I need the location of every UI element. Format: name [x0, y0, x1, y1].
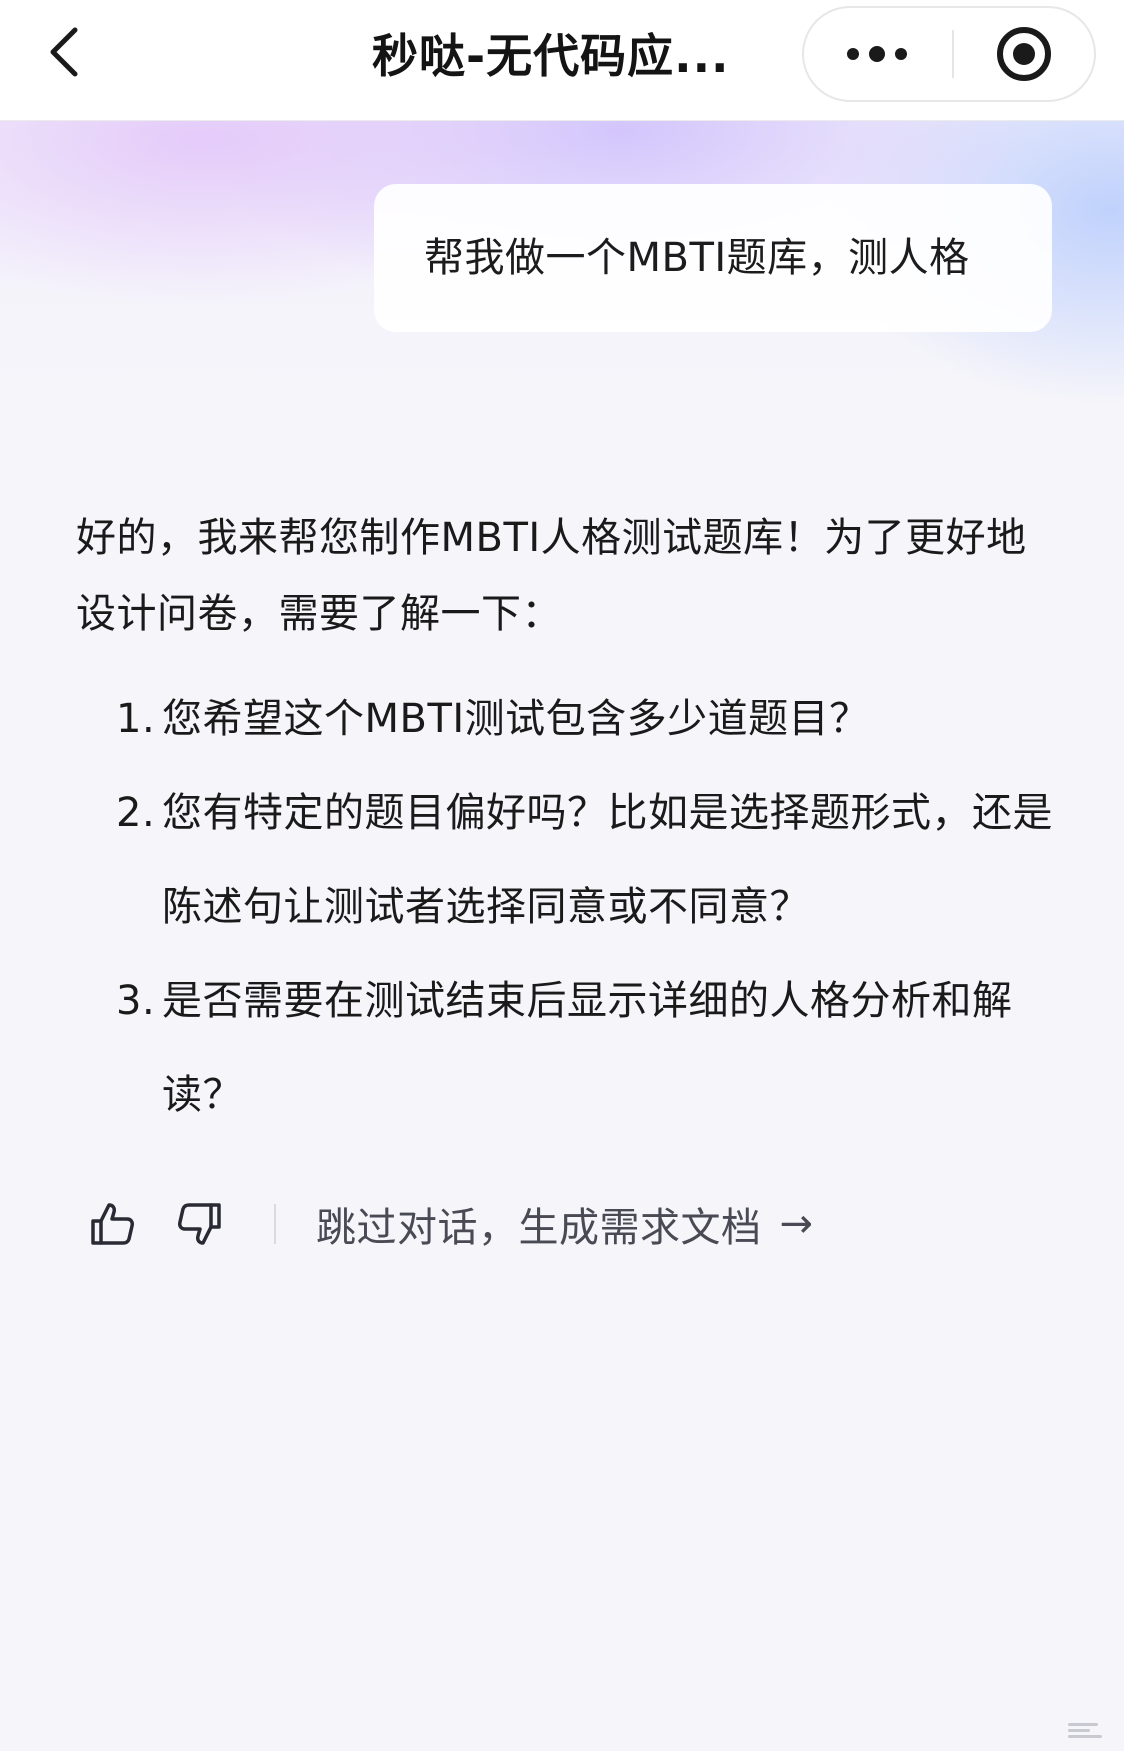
question-list: 1. 您希望这个MBTI测试包含多少道题目？ 2. 您有特定的题目偏好吗？比如是… [76, 672, 1056, 1142]
arrow-right-icon: → [779, 1201, 814, 1247]
list-item-text: 您有特定的题目偏好吗？比如是选择题形式，还是陈述句让测试者选择同意或不同意？ [162, 790, 1053, 930]
list-item-number: 1. [116, 696, 156, 742]
mini-program-top-bar: 秒哒-无代码应... [0, 0, 1124, 121]
user-message-bubble: 帮我做一个MBTI题库，测人格 [374, 184, 1052, 332]
user-message-text: 帮我做一个MBTI题库，测人格 [424, 235, 970, 281]
page: 秒哒-无代码应... 帮我做一个MBTI题库，测人格 好的，我来帮您制作MBTI… [0, 0, 1124, 1751]
assistant-reply: 好的，我来帮您制作MBTI人格测试题库！为了更好地设计问卷，需要了解一下： 1.… [76, 500, 1056, 1142]
skip-dialog-generate-doc-link[interactable]: 跳过对话，生成需求文档 → [316, 1192, 814, 1256]
like-button[interactable] [84, 1196, 140, 1252]
dislike-button[interactable] [172, 1196, 228, 1252]
close-mini-program-button[interactable] [954, 8, 1094, 100]
chevron-left-icon [50, 27, 78, 77]
back-button[interactable] [34, 22, 94, 82]
list-item: 2. 您有特定的题目偏好吗？比如是选择题形式，还是陈述句让测试者选择同意或不同意… [76, 766, 1056, 954]
page-title: 秒哒-无代码应... [372, 29, 730, 83]
reply-intro-text: 好的，我来帮您制作MBTI人格测试题库！为了更好地设计问卷，需要了解一下： [76, 515, 1027, 637]
skip-link-label: 跳过对话，生成需求文档 [316, 1205, 762, 1251]
list-item: 3. 是否需要在测试结束后显示详细的人格分析和解读？ [76, 954, 1056, 1142]
more-dots-icon [847, 46, 907, 62]
thumbs-down-icon [178, 1203, 221, 1245]
list-item: 1. 您希望这个MBTI测试包含多少道题目？ [76, 672, 1056, 766]
scroll-indicator-icon [1068, 1723, 1102, 1738]
actions-divider [274, 1204, 276, 1244]
list-item-text: 您希望这个MBTI测试包含多少道题目？ [162, 696, 870, 742]
thumbs-up-icon [91, 1203, 134, 1245]
reply-actions: 跳过对话，生成需求文档 → [84, 1192, 984, 1256]
menu-capsule [802, 6, 1096, 102]
list-item-text: 是否需要在测试结束后显示详细的人格分析和解读？ [162, 978, 1013, 1118]
list-item-number: 2. [116, 790, 156, 836]
list-item-number: 3. [116, 978, 156, 1024]
record-target-icon [997, 27, 1051, 81]
more-options-button[interactable] [804, 8, 950, 100]
